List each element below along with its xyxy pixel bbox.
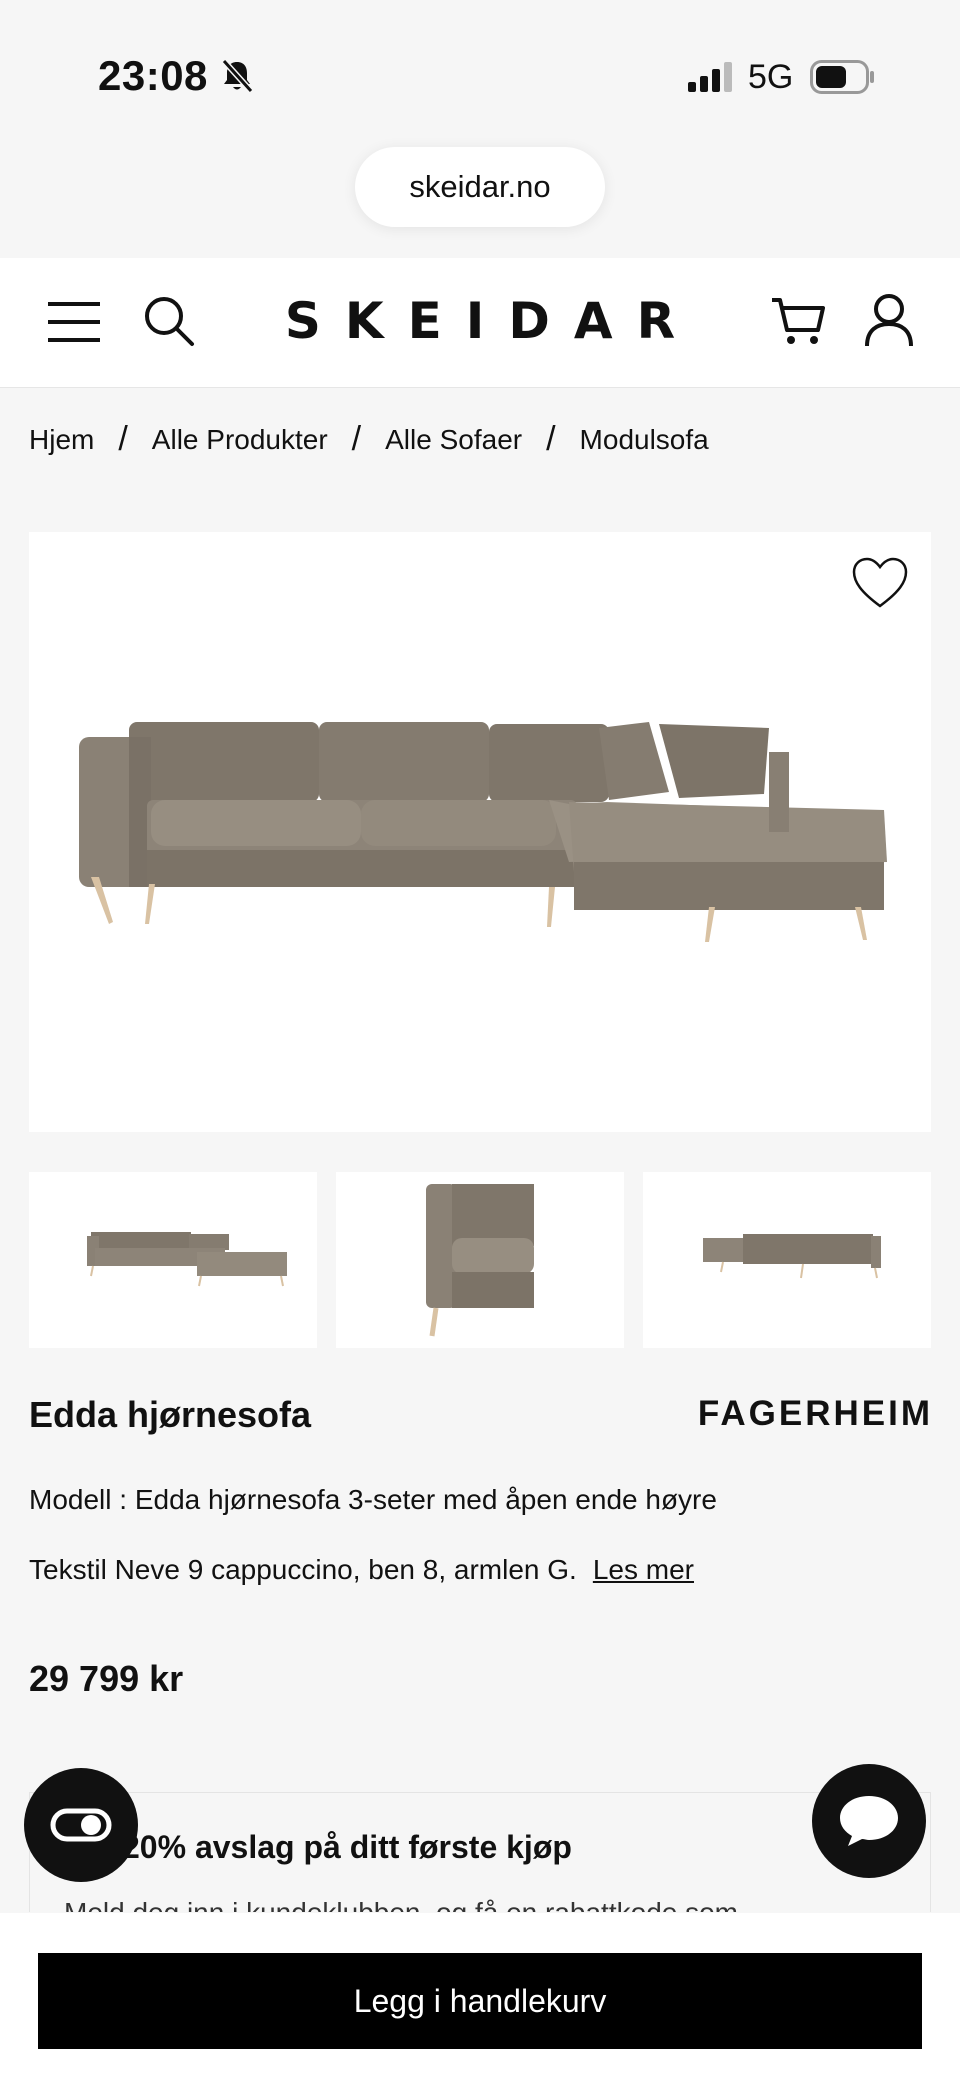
status-bar: 23:08 5G (0, 0, 960, 150)
breadcrumb: Hjem / Alle Produkter / Alle Sofaer / Mo… (29, 420, 709, 459)
product-model: Modell : Edda hjørnesofa 3-seter med åpe… (29, 1484, 717, 1515)
silent-bell-icon (221, 58, 254, 94)
sofa-thumbnail-image (426, 1184, 534, 1337)
accessibility-button[interactable] (24, 1768, 138, 1882)
account-icon[interactable] (864, 292, 914, 348)
link-toggle-icon (50, 1808, 112, 1842)
read-more-link[interactable]: Les mer (593, 1554, 694, 1585)
promo-title: 20% avslag på ditt første kjøp (122, 1829, 572, 1865)
chat-button[interactable] (812, 1764, 926, 1878)
product-thumbnail-3[interactable] (643, 1172, 931, 1348)
breadcrumb-item-home[interactable]: Hjem (29, 424, 94, 456)
product-main-image[interactable] (29, 532, 931, 1132)
breadcrumb-item-all-sofas[interactable]: Alle Sofaer (385, 424, 522, 456)
bottom-action-bar: Legg i handlekurv (0, 1913, 960, 2087)
promo-text: Meld deg inn i kundeklubben, og få en ra… (64, 1897, 738, 1912)
network-type: 5G (748, 58, 794, 96)
breadcrumb-separator: / (118, 420, 128, 458)
product-thumbnail-2[interactable] (336, 1172, 624, 1348)
battery-icon (810, 60, 874, 94)
brand-name[interactable]: FAGERHEIM (698, 1394, 933, 1434)
breadcrumb-separator: / (351, 420, 362, 458)
promo-banner[interactable]: 20% avslag på ditt første kjøp Meld deg … (29, 1792, 931, 1912)
breadcrumb-item-modular-sofa[interactable]: Modulsofa (580, 424, 709, 456)
sofa-thumbnail-image (87, 1232, 287, 1287)
chat-bubble-icon (840, 1796, 898, 1846)
breadcrumb-item-all-products[interactable]: Alle Produkter (152, 424, 328, 456)
breadcrumb-separator: / (546, 420, 556, 458)
cart-icon[interactable] (770, 294, 826, 348)
favorite-heart-icon[interactable] (851, 556, 909, 610)
url-text: skeidar.no (409, 169, 551, 204)
sofa-image (79, 722, 887, 942)
site-header: SKEIDAR (0, 258, 960, 388)
product-price: 29 799 kr (29, 1658, 184, 1699)
add-to-cart-button[interactable]: Legg i handlekurv (38, 1953, 922, 2049)
signal-icon (688, 62, 732, 92)
status-time: 23:08 (98, 52, 208, 99)
product-thumbnail-1[interactable] (29, 1172, 317, 1348)
product-description-text: Tekstil Neve 9 cappuccino, ben 8, armlen… (29, 1554, 577, 1585)
sofa-thumbnail-image (703, 1234, 881, 1279)
product-title: Edda hjørnesofa (29, 1394, 312, 1435)
url-bar[interactable]: skeidar.no (355, 147, 605, 227)
product-description: Tekstil Neve 9 cappuccino, ben 8, armlen… (29, 1548, 719, 1592)
